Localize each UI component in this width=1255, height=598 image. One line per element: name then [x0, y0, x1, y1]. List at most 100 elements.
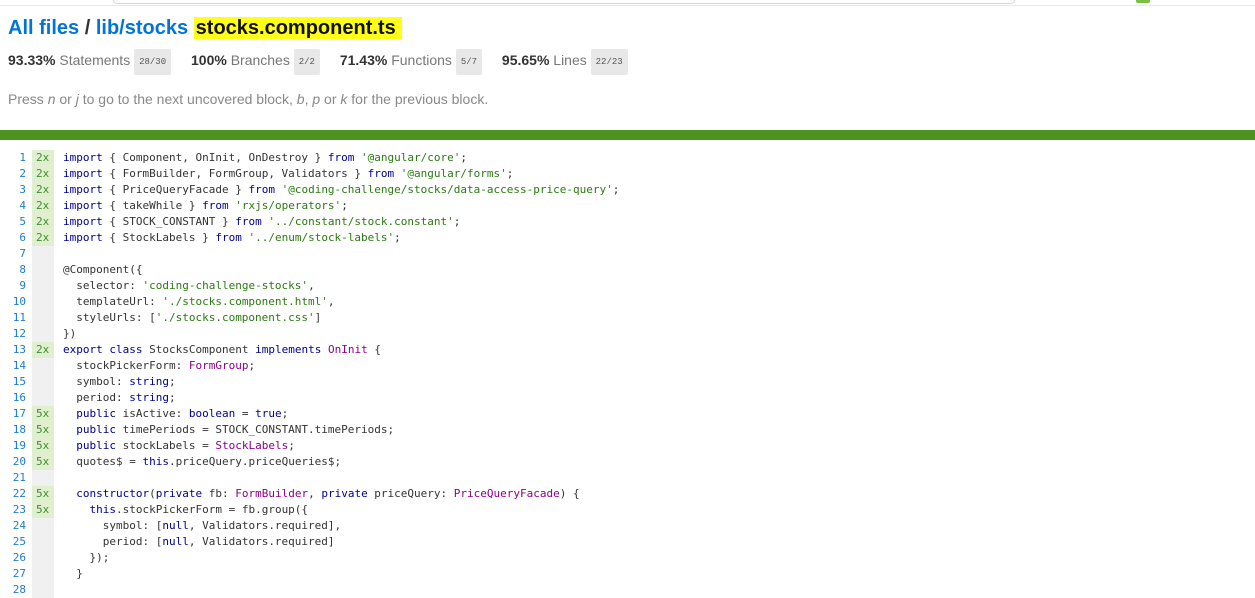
metric-label: Branches — [230, 52, 290, 68]
line-number[interactable]: 18 — [0, 422, 32, 438]
hint-key: b — [296, 91, 305, 107]
line-number[interactable]: 25 — [0, 534, 32, 550]
source-code: import { takeWhile } from 'rxjs/operator… — [63, 199, 348, 212]
hit-count — [32, 294, 54, 310]
hit-count: 2x — [32, 166, 54, 182]
source-code: public timePeriods = STOCK_CONSTANT.time… — [76, 423, 395, 436]
source-code: import { STOCK_CONSTANT } from '../const… — [63, 215, 461, 228]
source-code: }); — [63, 551, 110, 564]
metric-functions: 71.43% Functions 5/7 — [340, 49, 483, 75]
all-files-link[interactable]: All files — [8, 17, 79, 39]
dir-link[interactable]: lib/stocks — [96, 17, 188, 39]
code-line: 9 selector: 'coding-challenge-stocks', — [0, 278, 1255, 294]
source-code: stockPickerForm: FormGroup; — [63, 359, 256, 372]
source-code: period: [null, Validators.required] — [63, 535, 335, 548]
code-line: 7 — [0, 246, 1255, 262]
source-code: styleUrls: ['./stocks.component.css'] — [63, 311, 322, 324]
line-number[interactable]: 11 — [0, 310, 32, 326]
line-number[interactable]: 4 — [0, 198, 32, 214]
source-code: period: string; — [63, 391, 176, 404]
code-line: 3 2x import { PriceQueryFacade } from '@co… — [0, 182, 1255, 198]
source-code: } — [63, 567, 83, 580]
metric-statements: 93.33% Statements 28/30 — [8, 49, 172, 75]
line-number[interactable]: 15 — [0, 374, 32, 390]
hit-count — [32, 566, 54, 582]
line-number[interactable]: 9 — [0, 278, 32, 294]
green-indicator — [1136, 0, 1150, 3]
hit-count: 5x — [32, 422, 54, 438]
source-code: import { FormBuilder, FormGroup, Validat… — [63, 167, 514, 180]
code-line: 12}) — [0, 326, 1255, 342]
line-number[interactable]: 3 — [0, 182, 32, 198]
line-number[interactable]: 20 — [0, 454, 32, 470]
code-line: 24 symbol: [null, Validators.required], — [0, 518, 1255, 534]
code-line: 19 5x public stockLabels = StockLabels; — [0, 438, 1255, 454]
line-number[interactable]: 26 — [0, 550, 32, 566]
code-line: 16 period: string; — [0, 390, 1255, 406]
line-number[interactable]: 19 — [0, 438, 32, 454]
source-code: this.stockPickerForm = fb.group({ — [89, 503, 309, 516]
source-code: constructor(private fb: FormBuilder, pri… — [76, 487, 580, 500]
line-number[interactable]: 5 — [0, 214, 32, 230]
line-number[interactable]: 12 — [0, 326, 32, 342]
hit-count — [32, 518, 54, 534]
code-line: 13 2x export class StocksComponent impleme… — [0, 342, 1255, 358]
line-number[interactable]: 8 — [0, 262, 32, 278]
hit-count: 2x — [32, 150, 54, 166]
line-number[interactable]: 23 — [0, 502, 32, 518]
coverage-summary: 93.33% Statements 28/30 100% Branches 2/… — [8, 49, 1255, 75]
hit-count — [32, 278, 54, 294]
keyboard-hint: Press n or j to go to the next uncovered… — [8, 90, 488, 108]
code-line: 20 5x quotes$ = this.priceQuery.priceQuer… — [0, 454, 1255, 470]
code-line: 2 2x import { FormBuilder, FormGroup, Vali… — [0, 166, 1255, 182]
source-code: symbol: string; — [63, 375, 176, 388]
line-number[interactable]: 6 — [0, 230, 32, 246]
code-line: 18 5x public timePeriods = STOCK_CONSTANT… — [0, 422, 1255, 438]
hit-count — [32, 326, 54, 342]
hit-count: 5x — [32, 502, 54, 518]
metric-pct: 93.33% — [8, 52, 56, 68]
source-code: public isActive: boolean = true; — [76, 407, 289, 420]
metric-fraction: 5/7 — [455, 49, 483, 75]
source-code — [54, 470, 63, 486]
line-number[interactable]: 28 — [0, 582, 32, 598]
line-number[interactable]: 7 — [0, 246, 32, 262]
metric-label: Lines — [553, 52, 587, 68]
line-number[interactable]: 16 — [0, 390, 32, 406]
code-line: 21 — [0, 470, 1255, 486]
source-code: import { StockLabels } from '../enum/sto… — [63, 231, 401, 244]
search-box-edge[interactable] — [113, 0, 1015, 4]
hint-text: Press — [8, 91, 48, 107]
source-listing: 1 2x import { Component, OnInit, OnDestroy… — [0, 150, 1255, 598]
code-line: 22 5x constructor(private fb: FormBuilder… — [0, 486, 1255, 502]
source-code: quotes$ = this.priceQuery.priceQueries$; — [63, 455, 342, 468]
source-code: symbol: [null, Validators.required], — [63, 519, 342, 532]
hint-text: for the previous block. — [347, 91, 489, 107]
hit-count — [32, 374, 54, 390]
source-code: import { PriceQueryFacade } from '@codin… — [63, 183, 620, 196]
hint-text: or — [320, 91, 341, 107]
line-number[interactable]: 27 — [0, 566, 32, 582]
line-number[interactable]: 17 — [0, 406, 32, 422]
line-number[interactable]: 21 — [0, 470, 32, 486]
line-number[interactable]: 10 — [0, 294, 32, 310]
code-line: 10 templateUrl: './stocks.component.html… — [0, 294, 1255, 310]
line-number[interactable]: 22 — [0, 486, 32, 502]
line-number[interactable]: 1 — [0, 150, 32, 166]
line-number[interactable]: 2 — [0, 166, 32, 182]
hit-count — [32, 358, 54, 374]
metric-branches: 100% Branches 2/2 — [191, 49, 320, 75]
source-code — [54, 246, 63, 262]
source-code: selector: 'coding-challenge-stocks', — [63, 279, 315, 292]
line-number[interactable]: 13 — [0, 342, 32, 358]
source-code: export class StocksComponent implements … — [63, 343, 381, 356]
line-number[interactable]: 14 — [0, 358, 32, 374]
hit-count — [32, 246, 54, 262]
code-line: 27 } — [0, 566, 1255, 582]
metric-label: Functions — [391, 52, 452, 68]
code-line: 25 period: [null, Validators.required] — [0, 534, 1255, 550]
line-number[interactable]: 24 — [0, 518, 32, 534]
code-line: 15 symbol: string; — [0, 374, 1255, 390]
header-area: All files / lib/stocks stocks.component.… — [8, 14, 1255, 75]
hit-count: 2x — [32, 342, 54, 358]
